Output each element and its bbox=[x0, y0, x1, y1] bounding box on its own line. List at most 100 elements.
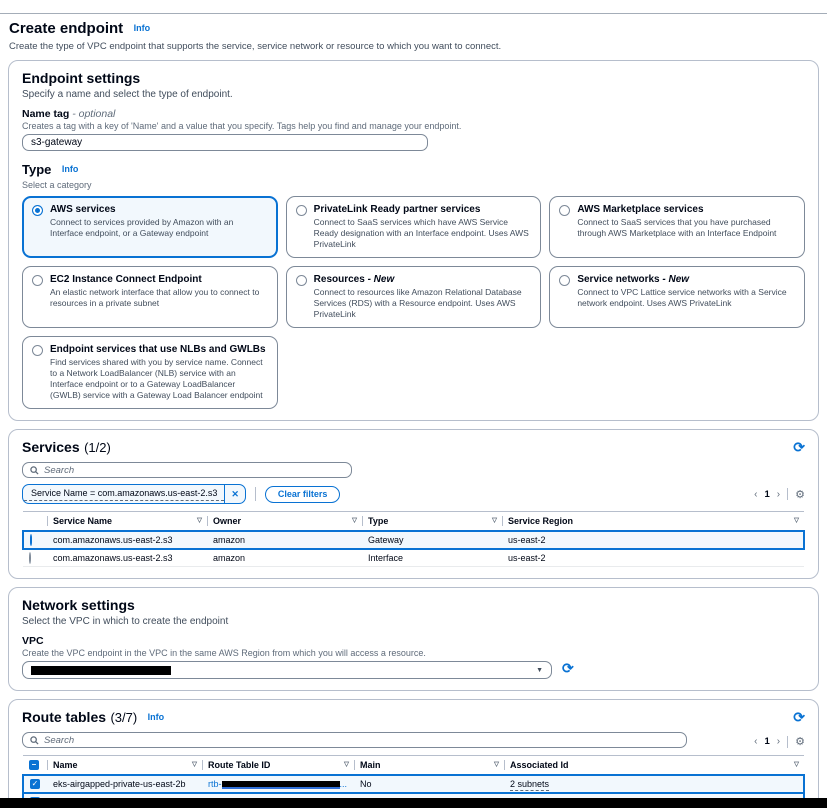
clear-filters-button[interactable]: Clear filters bbox=[265, 486, 341, 503]
radio-icon[interactable] bbox=[296, 205, 307, 216]
vpc-description: Create the VPC endpoint in the VPC in th… bbox=[22, 648, 805, 658]
chevron-down-icon: ▼ bbox=[536, 667, 543, 674]
indeterminate-checkbox-icon[interactable]: – bbox=[29, 760, 39, 770]
services-count: (1/2) bbox=[84, 440, 111, 455]
page-description: Create the type of VPC endpoint that sup… bbox=[9, 41, 818, 52]
radio-icon[interactable] bbox=[559, 205, 570, 216]
radio-icon[interactable] bbox=[296, 275, 307, 286]
remove-filter-icon[interactable]: ✕ bbox=[224, 485, 245, 503]
type-option-privatelink-partner[interactable]: PrivateLink Ready partner services Conne… bbox=[286, 196, 542, 258]
sort-icon[interactable]: ▽ bbox=[352, 516, 357, 524]
prev-page-icon[interactable]: ‹ bbox=[754, 489, 757, 500]
type-label: Type bbox=[22, 162, 51, 177]
divider bbox=[255, 487, 256, 501]
name-tag-label: Name tag - optional bbox=[22, 108, 805, 120]
column-header-associated-id[interactable]: Associated Id▽ bbox=[504, 756, 804, 776]
radio-icon[interactable] bbox=[559, 275, 570, 286]
service-row-interface[interactable]: com.amazonaws.us-east-2.s3 amazon Interf… bbox=[23, 549, 804, 567]
sort-icon[interactable]: ▽ bbox=[197, 516, 202, 524]
column-header-service-name[interactable]: Service Name▽ bbox=[47, 512, 207, 532]
column-header-route-table-id[interactable]: Route Table ID▽ bbox=[202, 756, 354, 776]
type-option-aws-services[interactable]: AWS services Connect to services provide… bbox=[22, 196, 278, 258]
prev-page-icon[interactable]: ‹ bbox=[754, 736, 757, 747]
network-settings-subtitle: Select the VPC in which to create the en… bbox=[22, 616, 805, 627]
row-checkbox-checked[interactable]: ✓ bbox=[30, 779, 40, 789]
route-tables-search-placeholder: Search bbox=[44, 735, 74, 746]
services-table: Service Name▽ Owner▽ Type▽ Service Regio… bbox=[22, 511, 805, 567]
sort-icon[interactable]: ▽ bbox=[794, 760, 799, 768]
type-option-marketplace[interactable]: AWS Marketplace services Connect to SaaS… bbox=[549, 196, 805, 258]
divider bbox=[787, 488, 788, 500]
route-tables-title: Route tables bbox=[22, 709, 106, 725]
endpoint-settings-subtitle: Specify a name and select the type of en… bbox=[22, 89, 805, 100]
row-radio-selected[interactable] bbox=[30, 534, 32, 546]
name-tag-description: Creates a tag with a key of 'Name' and a… bbox=[22, 121, 805, 131]
name-tag-optional: - optional bbox=[72, 108, 115, 120]
endpoint-settings-title: Endpoint settings bbox=[22, 70, 140, 86]
services-card: Services (1/2) ⟳ Search Service Name = c… bbox=[8, 429, 819, 579]
type-info-link[interactable]: Info bbox=[62, 164, 79, 174]
sort-icon[interactable]: ▽ bbox=[494, 760, 499, 768]
route-tables-card: Route tables (3/7) Info ⟳ Search ‹ 1 › ⚙… bbox=[8, 699, 819, 808]
services-title: Services bbox=[22, 439, 80, 455]
column-header-name[interactable]: Name▽ bbox=[47, 756, 202, 776]
page-title: Create endpoint bbox=[9, 20, 123, 37]
top-spacer bbox=[0, 0, 827, 13]
refresh-icon[interactable]: ⟳ bbox=[793, 709, 805, 726]
radio-icon[interactable] bbox=[32, 345, 43, 356]
endpoint-settings-card: Endpoint settings Specify a name and sel… bbox=[8, 60, 819, 421]
next-page-icon[interactable]: › bbox=[777, 489, 780, 500]
settings-gear-icon[interactable]: ⚙ bbox=[795, 735, 805, 748]
settings-gear-icon[interactable]: ⚙ bbox=[795, 488, 805, 501]
new-badge: - New bbox=[368, 274, 395, 285]
services-pagination: ‹ 1 › ⚙ bbox=[754, 488, 805, 501]
column-header-service-region[interactable]: Service Region▽ bbox=[502, 512, 804, 532]
route-tables-count: (3/7) bbox=[110, 710, 137, 725]
page-number[interactable]: 1 bbox=[764, 489, 769, 500]
network-settings-title: Network settings bbox=[22, 597, 135, 613]
refresh-icon[interactable]: ⟳ bbox=[562, 660, 574, 677]
sort-icon[interactable]: ▽ bbox=[492, 516, 497, 524]
page-header: Create endpoint Info Create the type of … bbox=[0, 14, 827, 52]
radio-icon[interactable] bbox=[32, 275, 43, 286]
divider bbox=[787, 736, 788, 748]
route-tables-info-link[interactable]: Info bbox=[148, 712, 165, 722]
type-option-resources[interactable]: Resources - New Connect to resources lik… bbox=[286, 266, 542, 328]
redacted-bottom-bar bbox=[0, 798, 827, 808]
services-search-placeholder: Search bbox=[44, 465, 74, 476]
redacted-vpc-value bbox=[31, 666, 171, 675]
redacted-route-table-id bbox=[222, 781, 340, 789]
sort-icon[interactable]: ▽ bbox=[192, 760, 197, 768]
type-subtitle: Select a category bbox=[22, 180, 805, 190]
service-filter-token: Service Name = com.amazonaws.us-east-2.s… bbox=[22, 484, 246, 504]
column-header-owner[interactable]: Owner▽ bbox=[207, 512, 362, 532]
subnet-count[interactable]: 2 subnets bbox=[510, 779, 549, 791]
type-option-grid: AWS services Connect to services provide… bbox=[22, 196, 805, 409]
services-search-input[interactable]: Search bbox=[22, 462, 352, 478]
type-option-nlb-gwlb[interactable]: Endpoint services that use NLBs and GWLB… bbox=[22, 336, 278, 409]
page-info-link[interactable]: Info bbox=[134, 23, 151, 33]
search-icon bbox=[30, 466, 39, 475]
vpc-select[interactable]: ▼ bbox=[22, 661, 552, 679]
route-table-row[interactable]: ✓ eks-airgapped-private-us-east-2b rtb-.… bbox=[23, 775, 804, 793]
sort-icon[interactable]: ▽ bbox=[794, 516, 799, 524]
page-number[interactable]: 1 bbox=[764, 736, 769, 747]
select-all-checkbox-header[interactable]: – bbox=[23, 756, 47, 776]
type-option-service-networks[interactable]: Service networks - New Connect to VPC La… bbox=[549, 266, 805, 328]
column-header-main[interactable]: Main▽ bbox=[354, 756, 504, 776]
name-tag-input[interactable] bbox=[22, 134, 428, 151]
vpc-label: VPC bbox=[22, 635, 805, 647]
row-radio[interactable] bbox=[29, 552, 31, 564]
network-settings-card: Network settings Select the VPC in which… bbox=[8, 587, 819, 691]
refresh-icon[interactable]: ⟳ bbox=[793, 439, 805, 456]
radio-selected-icon[interactable] bbox=[32, 205, 43, 216]
sort-icon[interactable]: ▽ bbox=[344, 760, 349, 768]
search-icon bbox=[30, 736, 39, 745]
service-row-gateway[interactable]: com.amazonaws.us-east-2.s3 amazon Gatewa… bbox=[23, 531, 804, 549]
route-tables-pagination: ‹ 1 › ⚙ bbox=[754, 735, 805, 748]
type-option-ec2-instance-connect[interactable]: EC2 Instance Connect Endpoint An elastic… bbox=[22, 266, 278, 328]
column-header-type[interactable]: Type▽ bbox=[362, 512, 502, 532]
next-page-icon[interactable]: › bbox=[777, 736, 780, 747]
new-badge: - New bbox=[662, 274, 689, 285]
route-tables-search-input[interactable]: Search bbox=[22, 732, 687, 748]
